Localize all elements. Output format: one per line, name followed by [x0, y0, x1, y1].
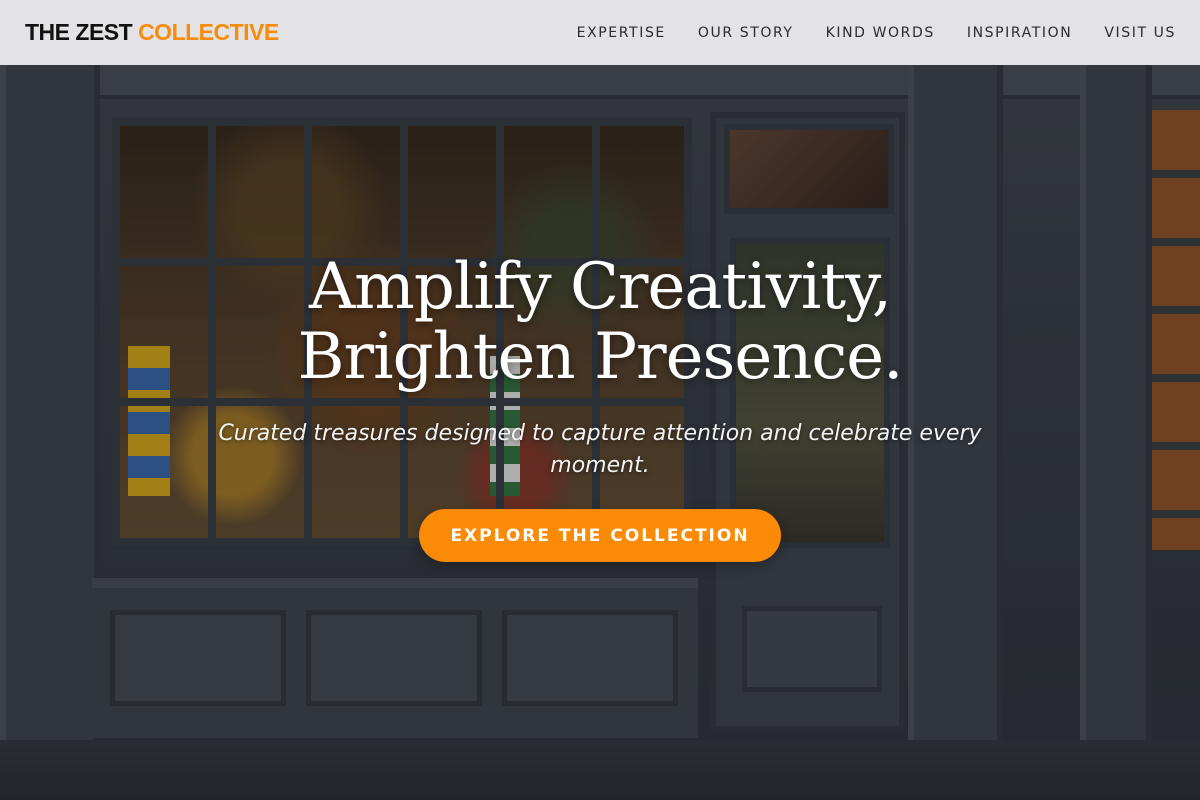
nav-link-kind-words[interactable]: KIND WORDS [826, 25, 935, 41]
nav-link-expertise[interactable]: EXPERTISE [577, 25, 666, 41]
hero-headline-line1: Amplify Creativity, [308, 250, 892, 324]
hero-subheadline: Curated treasures designed to capture at… [218, 421, 982, 478]
hero-headline: Amplify Creativity, Brighten Presence. [0, 252, 1200, 392]
nav-link-inspiration[interactable]: INSPIRATION [967, 25, 1072, 41]
brand-name-accent: COLLECTIVE [138, 19, 279, 45]
nav-link-our-story[interactable]: OUR STORY [698, 25, 794, 41]
brand-logo[interactable]: THE ZEST COLLECTIVE [25, 19, 279, 46]
nav-link-visit-us[interactable]: VISIT US [1104, 25, 1176, 41]
main-nav: EXPERTISE OUR STORY KIND WORDS INSPIRATI… [577, 25, 1176, 41]
hero-headline-line2: Brighten Presence. [297, 320, 904, 394]
explore-collection-button[interactable]: EXPLORE THE COLLECTION [419, 509, 781, 562]
site-header: THE ZEST COLLECTIVE EXPERTISE OUR STORY … [0, 0, 1200, 65]
brand-name-primary: THE ZEST [25, 19, 133, 45]
hero-section: Amplify Creativity, Brighten Presence. C… [0, 0, 1200, 800]
